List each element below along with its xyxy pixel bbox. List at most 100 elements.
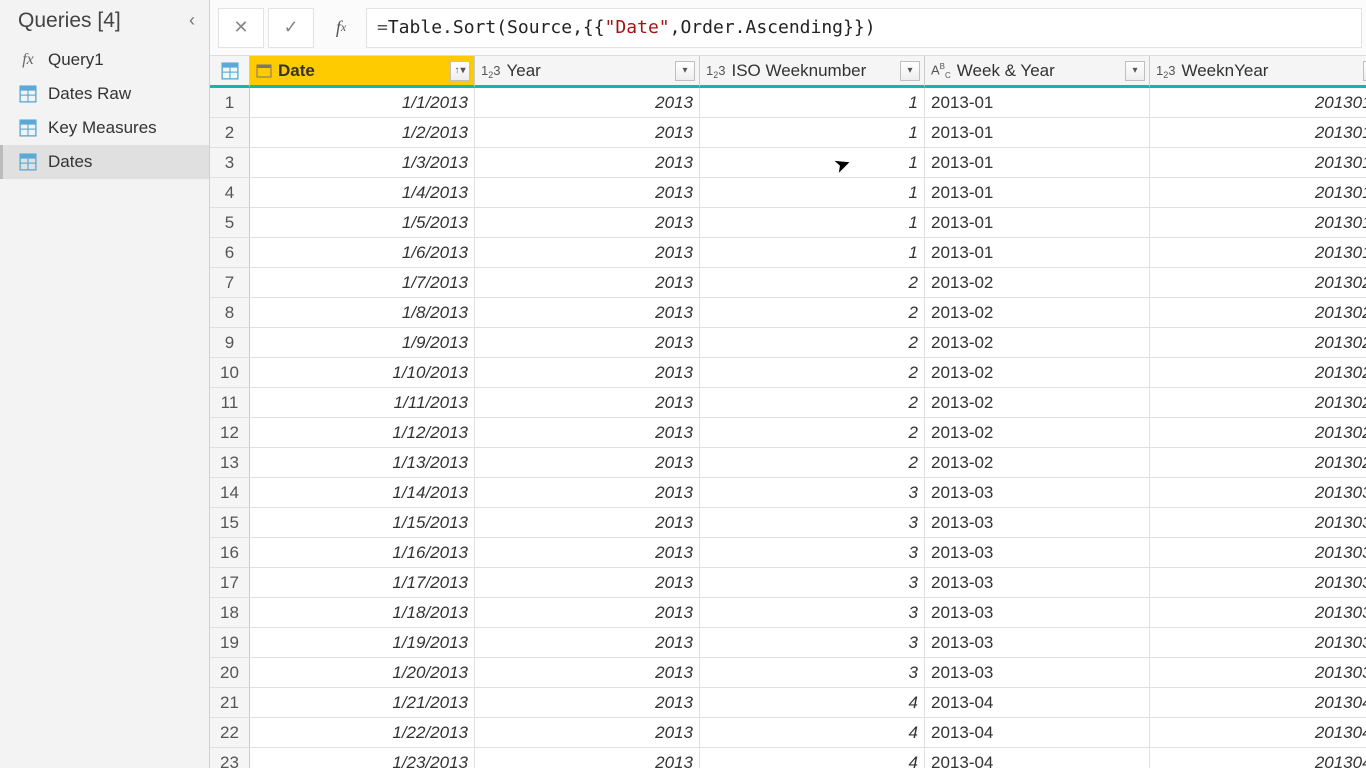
cell[interactable]: 2013-02 [925, 358, 1150, 388]
cell[interactable]: 2013-03 [925, 538, 1150, 568]
cell[interactable]: 3 [700, 598, 925, 628]
query-item-dates[interactable]: Dates [0, 145, 209, 179]
cell[interactable]: 1/8/2013 [250, 298, 475, 328]
row-number[interactable]: 12 [210, 418, 250, 448]
cell[interactable]: 2013-01 [925, 148, 1150, 178]
cell[interactable]: 1/2/2013 [250, 118, 475, 148]
row-number[interactable]: 20 [210, 658, 250, 688]
cell[interactable]: 1/23/2013 [250, 748, 475, 768]
cell[interactable]: 3 [700, 628, 925, 658]
cell[interactable]: 2013030 [1150, 478, 1366, 508]
cell[interactable]: 2013-01 [925, 208, 1150, 238]
cell[interactable]: 1/10/2013 [250, 358, 475, 388]
cell[interactable]: 2013-03 [925, 598, 1150, 628]
cell[interactable]: 2013-03 [925, 568, 1150, 598]
cell[interactable]: 2013-03 [925, 508, 1150, 538]
cell[interactable]: 2013 [475, 628, 700, 658]
row-number[interactable]: 22 [210, 718, 250, 748]
cell[interactable]: 2 [700, 268, 925, 298]
column-filter-button[interactable] [900, 61, 920, 81]
row-number[interactable]: 17 [210, 568, 250, 598]
cell[interactable]: 2013-02 [925, 418, 1150, 448]
cell[interactable]: 2 [700, 388, 925, 418]
cell[interactable]: 2013 [475, 448, 700, 478]
cell[interactable]: 2013030 [1150, 568, 1366, 598]
cell[interactable]: 2013010 [1150, 238, 1366, 268]
row-number[interactable]: 8 [210, 298, 250, 328]
cell[interactable]: 2013-01 [925, 238, 1150, 268]
cell[interactable]: 1/9/2013 [250, 328, 475, 358]
cell[interactable]: 2013010 [1150, 148, 1366, 178]
cell[interactable]: 4 [700, 748, 925, 768]
cell[interactable]: 2013020 [1150, 358, 1366, 388]
row-number[interactable]: 13 [210, 448, 250, 478]
cell[interactable]: 2 [700, 358, 925, 388]
row-number[interactable]: 7 [210, 268, 250, 298]
cell[interactable]: 2013-04 [925, 748, 1150, 768]
cell[interactable]: 2013040 [1150, 688, 1366, 718]
cell[interactable]: 2013-03 [925, 628, 1150, 658]
cell[interactable]: 3 [700, 568, 925, 598]
cell[interactable]: 2013020 [1150, 298, 1366, 328]
cancel-formula-button[interactable]: ✕ [218, 8, 264, 48]
cell[interactable]: 2013 [475, 388, 700, 418]
cell[interactable]: 2013-02 [925, 298, 1150, 328]
cell[interactable]: 2013 [475, 148, 700, 178]
select-all-corner[interactable] [210, 56, 250, 88]
cell[interactable]: 1/13/2013 [250, 448, 475, 478]
row-number[interactable]: 6 [210, 238, 250, 268]
cell[interactable]: 2013 [475, 328, 700, 358]
collapse-sidebar-button[interactable]: ‹ [185, 8, 199, 33]
cell[interactable]: 2 [700, 418, 925, 448]
cell[interactable]: 2013020 [1150, 418, 1366, 448]
cell[interactable]: 2013 [475, 88, 700, 118]
cell[interactable]: 1/4/2013 [250, 178, 475, 208]
cell[interactable]: 1/22/2013 [250, 718, 475, 748]
cell[interactable]: 2013030 [1150, 598, 1366, 628]
formula-input[interactable]: = Table.Sort (Source,{{ "Date" , Order.A… [366, 8, 1362, 48]
cell[interactable]: 2013 [475, 268, 700, 298]
row-number[interactable]: 4 [210, 178, 250, 208]
cell[interactable]: 1 [700, 148, 925, 178]
cell[interactable]: 2013 [475, 718, 700, 748]
row-number[interactable]: 14 [210, 478, 250, 508]
cell[interactable]: 2013-03 [925, 478, 1150, 508]
cell[interactable]: 2013 [475, 238, 700, 268]
row-number[interactable]: 3 [210, 148, 250, 178]
cell[interactable]: 2013-01 [925, 118, 1150, 148]
cell[interactable]: 3 [700, 658, 925, 688]
cell[interactable]: 2013-02 [925, 268, 1150, 298]
row-number[interactable]: 18 [210, 598, 250, 628]
query-item-query1[interactable]: fxQuery1 [0, 43, 209, 77]
cell[interactable]: 2013020 [1150, 448, 1366, 478]
cell[interactable]: 2013-02 [925, 328, 1150, 358]
cell[interactable]: 2013 [475, 478, 700, 508]
column-filter-button[interactable] [675, 61, 695, 81]
cell[interactable]: 2013010 [1150, 118, 1366, 148]
cell[interactable]: 1 [700, 208, 925, 238]
column-header-year[interactable]: 123Year [475, 56, 700, 88]
cell[interactable]: 2 [700, 328, 925, 358]
cell[interactable]: 2013030 [1150, 628, 1366, 658]
cell[interactable]: 2013030 [1150, 508, 1366, 538]
cell[interactable]: 1/11/2013 [250, 388, 475, 418]
cell[interactable]: 2013010 [1150, 178, 1366, 208]
cell[interactable]: 1 [700, 118, 925, 148]
cell[interactable]: 2013 [475, 298, 700, 328]
cell[interactable]: 2013030 [1150, 538, 1366, 568]
column-header-week-year[interactable]: ABCWeek & Year [925, 56, 1150, 88]
column-header-date[interactable]: Date [250, 56, 475, 88]
cell[interactable]: 2013 [475, 538, 700, 568]
row-number[interactable]: 11 [210, 388, 250, 418]
cell[interactable]: 2013-02 [925, 388, 1150, 418]
cell[interactable]: 2013 [475, 658, 700, 688]
cell[interactable]: 2013 [475, 208, 700, 238]
cell[interactable]: 2013 [475, 358, 700, 388]
cell[interactable]: 1/1/2013 [250, 88, 475, 118]
column-header-iso-weeknumber[interactable]: 123ISO Weeknumber [700, 56, 925, 88]
column-header-weeknyear[interactable]: 123WeeknYear [1150, 56, 1366, 88]
cell[interactable]: 1/20/2013 [250, 658, 475, 688]
column-filter-button[interactable] [450, 61, 470, 81]
cell[interactable]: 2013010 [1150, 208, 1366, 238]
cell[interactable]: 1/3/2013 [250, 148, 475, 178]
